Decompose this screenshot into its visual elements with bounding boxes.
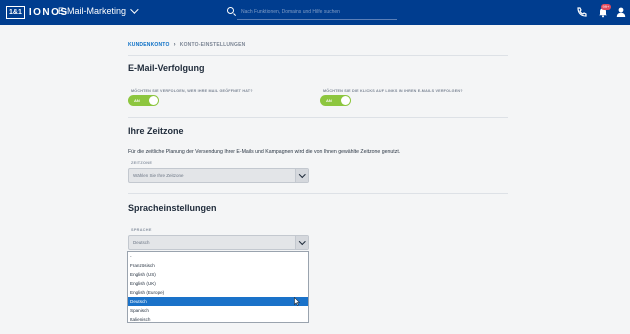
language-select[interactable]: Deutsch <box>128 235 309 250</box>
chevron-down-icon <box>299 171 306 178</box>
app-name: E-Mail-Marketing <box>58 6 127 16</box>
toggle-knob <box>149 96 158 105</box>
search-bar[interactable] <box>225 4 397 20</box>
language-select-button[interactable] <box>295 236 308 249</box>
breadcrumb: KUNDENKONTO › KONTO-EINSTELLUNGEN <box>128 42 245 48</box>
timezone-select-value: Wählen Sie Ihre Zeitzone <box>133 173 184 178</box>
language-dropdown-list[interactable]: - Französisch English (US) English (UK) … <box>127 251 309 323</box>
timezone-description: Für die zeitliche Planung der Versendung… <box>128 149 401 155</box>
click-tracking-toggle[interactable]: AN <box>320 95 351 106</box>
mouse-cursor-icon <box>294 297 300 306</box>
phone-icon[interactable] <box>576 6 588 18</box>
toggle-state-text: AN <box>134 97 140 103</box>
dropdown-option[interactable]: English (Europe) <box>128 288 308 297</box>
dropdown-option[interactable]: Französisch <box>128 261 308 270</box>
toggle-knob <box>341 96 350 105</box>
search-icon <box>227 7 234 14</box>
language-select-value: Deutsch <box>133 240 150 245</box>
click-tracking-label: MÖCHTEN SIE DIE KLICKS AUF LINKS IN IHRE… <box>323 89 463 93</box>
language-field-label: SPRACHE <box>131 228 152 232</box>
section-title-timezone: Ihre Zeitzone <box>128 126 184 136</box>
divider <box>128 117 508 118</box>
notification-badge: 99+ <box>601 4 611 10</box>
dropdown-option[interactable]: Italienisch <box>128 315 308 322</box>
divider <box>128 55 508 56</box>
logo-box: 1&1 <box>6 5 25 19</box>
timezone-select-button[interactable] <box>295 169 308 182</box>
divider <box>128 193 508 194</box>
chevron-right-icon: › <box>173 42 176 48</box>
chevron-down-icon <box>130 5 139 14</box>
dropdown-option[interactable]: Spanisch <box>128 306 308 315</box>
toggle-state-text: AN <box>326 97 332 103</box>
dropdown-option[interactable]: - <box>128 252 308 261</box>
top-navigation-bar: 1&1 IONOS E-Mail-Marketing 99+ <box>0 0 630 25</box>
timezone-field-label: ZEITZONE <box>131 161 153 165</box>
app-switcher[interactable]: E-Mail-Marketing <box>58 5 139 16</box>
open-tracking-toggle[interactable]: AN <box>128 95 159 106</box>
search-input[interactable] <box>241 5 391 18</box>
search-underline <box>237 19 397 20</box>
breadcrumb-current: KONTO-EINSTELLUNGEN <box>179 42 246 48</box>
section-title-email-tracking: E-Mail-Verfolgung <box>128 63 205 73</box>
user-icon[interactable] <box>615 6 627 18</box>
dropdown-option[interactable]: English (US) <box>128 270 308 279</box>
timezone-select[interactable]: Wählen Sie Ihre Zeitzone <box>128 168 309 183</box>
dropdown-option-selected[interactable]: Deutsch <box>128 297 308 306</box>
chevron-down-icon <box>299 238 306 245</box>
open-tracking-label: MÖCHTEN SIE VERFOLGEN, WER IHRE MAIL GEÖ… <box>131 89 253 93</box>
dropdown-option[interactable]: English (UK) <box>128 279 308 288</box>
section-title-language: Spracheinstellungen <box>128 203 217 213</box>
breadcrumb-link-kundenkonto[interactable]: KUNDENKONTO <box>128 42 170 48</box>
